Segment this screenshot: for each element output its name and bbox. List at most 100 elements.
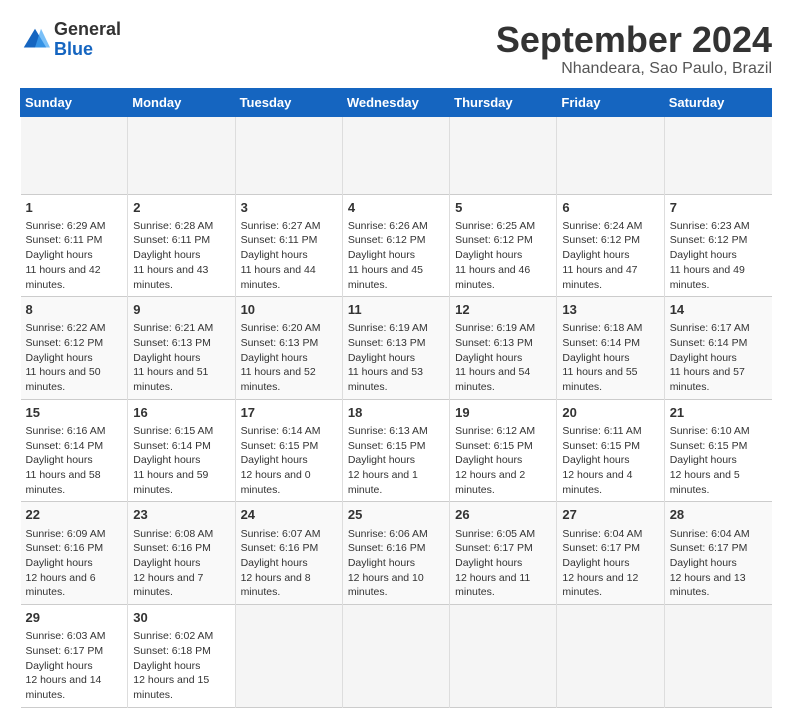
day-number: 18 [348,404,444,422]
table-cell [342,605,449,708]
day-details: Sunrise: 6:22 AMSunset: 6:12 PMDaylight … [26,321,123,394]
day-details: Sunrise: 6:07 AMSunset: 6:16 PMDaylight … [241,527,337,600]
day-number: 5 [455,199,551,217]
table-cell: 14Sunrise: 6:17 AMSunset: 6:14 PMDayligh… [664,297,771,400]
day-number: 23 [133,506,229,524]
table-cell: 6 Sunrise: 6:24 AMSunset: 6:12 PMDaylight… [557,194,664,297]
table-cell [235,605,342,708]
col-sunday: Sunday [21,88,128,116]
table-cell [21,116,128,194]
day-details: Sunrise: 6:09 AMSunset: 6:16 PMDaylight … [26,527,123,600]
day-details: Sunrise: 6:03 AMSunset: 6:17 PMDaylight … [26,629,123,702]
day-details: Sunrise: 6:04 AMSunset: 6:17 PMDaylight … [562,527,658,600]
day-number: 10 [241,301,337,319]
calendar-body: 1Sunrise: 6:29 AMSunset: 6:11 PMDaylight… [21,116,772,707]
day-details: Sunrise: 6:16 AMSunset: 6:14 PMDaylight … [26,424,123,497]
table-cell [664,605,771,708]
table-row: 1Sunrise: 6:29 AMSunset: 6:11 PMDaylight… [21,194,772,297]
table-cell: 18 Sunrise: 6:13 AMSunset: 6:15 PMDayligh… [342,399,449,502]
table-cell: 5Sunrise: 6:25 AMSunset: 6:12 PMDaylight… [450,194,557,297]
day-number: 25 [348,506,444,524]
table-cell: 21 Sunrise: 6:10 AMSunset: 6:15 PMDayligh… [664,399,771,502]
table-cell: 22 Sunrise: 6:09 AMSunset: 6:16 PMDayligh… [21,502,128,605]
day-number: 27 [562,506,658,524]
day-details: Sunrise: 6:26 AMSunset: 6:12 PMDaylight … [348,219,444,292]
table-cell [342,116,449,194]
day-number: 11 [348,301,444,319]
day-details: Sunrise: 6:27 AMSunset: 6:11 PMDaylight … [241,219,337,292]
table-cell: 28Sunrise: 6:04 AMSunset: 6:17 PMDayligh… [664,502,771,605]
table-cell: 15Sunrise: 6:16 AMSunset: 6:14 PMDayligh… [21,399,128,502]
day-number: 19 [455,404,551,422]
day-details: Sunrise: 6:19 AMSunset: 6:13 PMDaylight … [348,321,444,394]
day-details: Sunrise: 6:13 AMSunset: 6:15 PMDaylight … [348,424,444,497]
day-details: Sunrise: 6:21 AMSunset: 6:13 PMDaylight … [133,321,229,394]
logo-blue-text: Blue [54,39,93,59]
day-number: 22 [26,506,123,524]
table-cell: 23Sunrise: 6:08 AMSunset: 6:16 PMDayligh… [128,502,235,605]
day-number: 16 [133,404,229,422]
table-row [21,116,772,194]
calendar-table: Sunday Monday Tuesday Wednesday Thursday… [20,88,772,708]
table-cell: 11 Sunrise: 6:19 AMSunset: 6:13 PMDayligh… [342,297,449,400]
table-cell: 4 Sunrise: 6:26 AMSunset: 6:12 PMDaylight… [342,194,449,297]
day-details: Sunrise: 6:06 AMSunset: 6:16 PMDaylight … [348,527,444,600]
day-details: Sunrise: 6:18 AMSunset: 6:14 PMDaylight … [562,321,658,394]
day-number: 2 [133,199,229,217]
table-cell [450,116,557,194]
day-details: Sunrise: 6:29 AMSunset: 6:11 PMDaylight … [26,219,123,292]
table-cell: 26 Sunrise: 6:05 AMSunset: 6:17 PMDayligh… [450,502,557,605]
day-number: 9 [133,301,229,319]
table-cell: 1Sunrise: 6:29 AMSunset: 6:11 PMDaylight… [21,194,128,297]
location-text: Nhandeara, Sao Paulo, Brazil [496,60,772,78]
table-cell: 24 Sunrise: 6:07 AMSunset: 6:16 PMDayligh… [235,502,342,605]
table-cell [235,116,342,194]
col-wednesday: Wednesday [342,88,449,116]
day-number: 24 [241,506,337,524]
day-number: 14 [670,301,767,319]
day-number: 6 [562,199,658,217]
day-number: 20 [562,404,658,422]
day-details: Sunrise: 6:02 AMSunset: 6:18 PMDaylight … [133,629,229,702]
page-header: General Blue September 2024 Nhandeara, S… [20,20,772,78]
table-cell: 20 Sunrise: 6:11 AMSunset: 6:15 PMDayligh… [557,399,664,502]
month-title: September 2024 [496,20,772,60]
day-number: 12 [455,301,551,319]
table-cell [557,605,664,708]
day-number: 21 [670,404,767,422]
table-cell: 13 Sunrise: 6:18 AMSunset: 6:14 PMDayligh… [557,297,664,400]
table-cell: 12Sunrise: 6:19 AMSunset: 6:13 PMDayligh… [450,297,557,400]
table-cell [557,116,664,194]
col-tuesday: Tuesday [235,88,342,116]
table-row: 8 Sunrise: 6:22 AMSunset: 6:12 PMDaylight… [21,297,772,400]
table-cell [450,605,557,708]
table-cell [128,116,235,194]
table-cell: 10Sunrise: 6:20 AMSunset: 6:13 PMDayligh… [235,297,342,400]
day-details: Sunrise: 6:05 AMSunset: 6:17 PMDaylight … [455,527,551,600]
day-number: 26 [455,506,551,524]
table-row: 29Sunrise: 6:03 AMSunset: 6:17 PMDayligh… [21,605,772,708]
col-saturday: Saturday [664,88,771,116]
table-cell [664,116,771,194]
table-cell: 8 Sunrise: 6:22 AMSunset: 6:12 PMDaylight… [21,297,128,400]
table-cell: 16Sunrise: 6:15 AMSunset: 6:14 PMDayligh… [128,399,235,502]
day-details: Sunrise: 6:28 AMSunset: 6:11 PMDaylight … [133,219,229,292]
day-number: 28 [670,506,767,524]
table-cell: 9 Sunrise: 6:21 AMSunset: 6:13 PMDaylight… [128,297,235,400]
day-number: 8 [26,301,123,319]
col-friday: Friday [557,88,664,116]
day-details: Sunrise: 6:24 AMSunset: 6:12 PMDaylight … [562,219,658,292]
day-number: 7 [670,199,767,217]
day-details: Sunrise: 6:10 AMSunset: 6:15 PMDaylight … [670,424,767,497]
table-cell: 7Sunrise: 6:23 AMSunset: 6:12 PMDaylight… [664,194,771,297]
day-details: Sunrise: 6:11 AMSunset: 6:15 PMDaylight … [562,424,658,497]
logo-general-text: General [54,19,121,39]
title-block: September 2024 Nhandeara, Sao Paulo, Bra… [496,20,772,78]
day-details: Sunrise: 6:14 AMSunset: 6:15 PMDaylight … [241,424,337,497]
table-cell: 29Sunrise: 6:03 AMSunset: 6:17 PMDayligh… [21,605,128,708]
table-cell: 27 Sunrise: 6:04 AMSunset: 6:17 PMDayligh… [557,502,664,605]
table-cell: 3 Sunrise: 6:27 AMSunset: 6:11 PMDaylight… [235,194,342,297]
day-number: 3 [241,199,337,217]
day-number: 13 [562,301,658,319]
day-number: 4 [348,199,444,217]
